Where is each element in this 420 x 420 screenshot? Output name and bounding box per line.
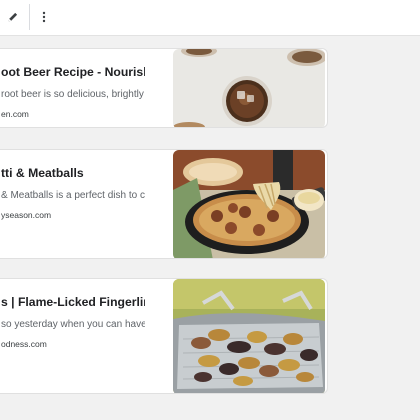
result-text: tti & Meatballs & Meatballs is a perfect… bbox=[1, 150, 145, 258]
result-text: oot Beer Recipe - Nourished K… root beer… bbox=[1, 49, 145, 127]
result-title[interactable]: s | Flame-Licked Fingerling Po… bbox=[1, 295, 145, 309]
result-card[interactable]: tti & Meatballs & Meatballs is a perfect… bbox=[0, 149, 328, 259]
root-beer-image[interactable] bbox=[173, 49, 325, 127]
result-description: & Meatballs is a perfect dish to co… bbox=[1, 190, 145, 201]
spaghetti-meatballs-skillet-image[interactable] bbox=[173, 150, 325, 258]
result-title[interactable]: oot Beer Recipe - Nourished K… bbox=[1, 65, 145, 79]
result-card[interactable]: oot Beer Recipe - Nourished K… root beer… bbox=[0, 48, 328, 128]
pencil-icon[interactable] bbox=[2, 6, 24, 28]
more-vertical-icon[interactable] bbox=[33, 6, 55, 28]
toolbar-divider bbox=[29, 4, 30, 30]
result-title[interactable]: tti & Meatballs bbox=[1, 166, 145, 180]
result-description: root beer is so delicious, brightly fl… bbox=[1, 89, 145, 100]
result-card[interactable]: s | Flame-Licked Fingerling Po… so yeste… bbox=[0, 278, 328, 394]
result-source[interactable]: en.com bbox=[1, 109, 29, 119]
toolbar bbox=[0, 0, 420, 36]
grilled-fingerling-potatoes-image[interactable] bbox=[173, 279, 325, 393]
result-source[interactable]: yseason.com bbox=[1, 210, 51, 220]
result-source[interactable]: odness.com bbox=[1, 339, 47, 349]
result-text: s | Flame-Licked Fingerling Po… so yeste… bbox=[1, 279, 145, 393]
result-description: so yesterday when you can have g… bbox=[1, 319, 145, 330]
